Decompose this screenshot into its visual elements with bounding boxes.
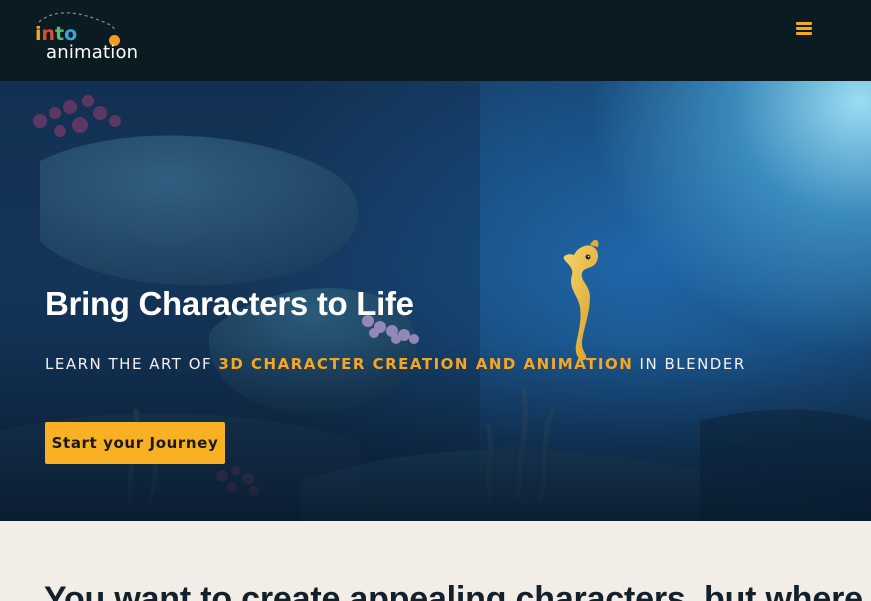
intro-section: You want to create appealing characters,… — [0, 521, 871, 601]
menu-bar — [796, 32, 812, 35]
menu-bar — [796, 27, 812, 30]
hero-section: Bring Characters to Life LEARN THE ART O… — [0, 81, 871, 521]
subtitle-highlight: 3D CHARACTER CREATION AND ANIMATION — [218, 355, 634, 373]
intro-heading: You want to create appealing characters,… — [44, 580, 863, 601]
menu-bar — [796, 22, 812, 25]
logo-word-animation: animation — [46, 42, 139, 63]
hero-title: Bring Characters to Life — [45, 285, 414, 322]
hamburger-menu-icon[interactable] — [795, 20, 813, 36]
site-logo[interactable]: into animation — [33, 12, 143, 68]
subtitle-prefix: LEARN THE ART OF — [45, 355, 219, 373]
site-header: into animation — [0, 0, 871, 81]
subtitle-suffix: IN BLENDER — [633, 355, 746, 373]
hero-subtitle: LEARN THE ART OF 3D CHARACTER CREATION A… — [45, 354, 746, 374]
start-journey-button[interactable]: Start your Journey — [45, 422, 225, 464]
logo-word-into: into — [35, 24, 77, 44]
